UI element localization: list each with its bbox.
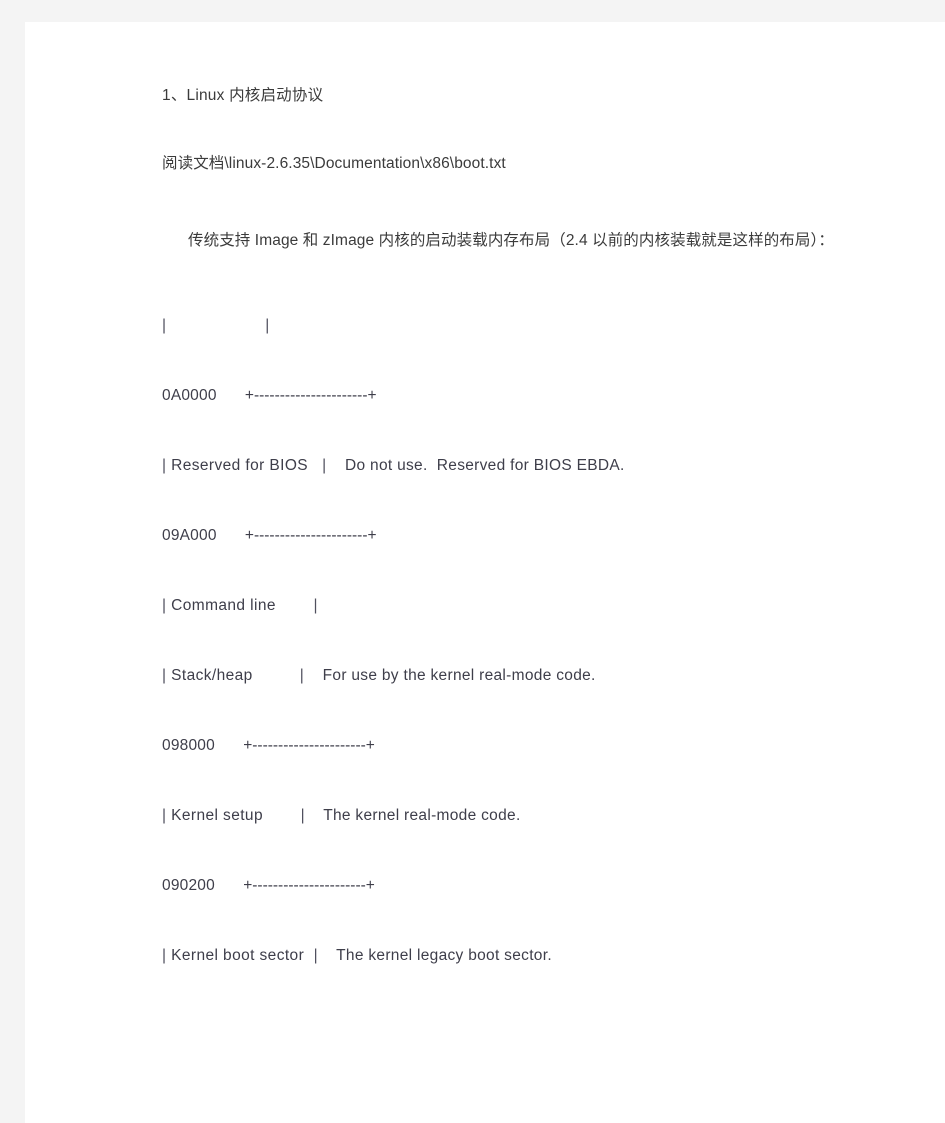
diagram-rule: +----------------------+ [243, 737, 375, 754]
diagram-bar-right: | [265, 317, 270, 334]
diagram-region-label: Kernel setup [166, 807, 301, 824]
diagram-region-label: Stack/heap [166, 667, 300, 684]
diagram-region-description: For use by the kernel real-mode code. [304, 667, 596, 684]
diagram-rule: +----------------------+ [243, 877, 375, 894]
diagram-spacer [217, 527, 245, 544]
diagram-line: | | [162, 291, 877, 361]
diagram-line: | Kernel setup | The kernel real-mode co… [162, 781, 877, 851]
diagram-region-description: Do not use. Reserved for BIOS EBDA. [326, 457, 625, 474]
section-heading: 1、Linux 内核启动协议 [162, 87, 324, 104]
diagram-line: 098000 +----------------------+ [162, 711, 877, 781]
diagram-rule: +----------------------+ [244, 387, 377, 404]
diagram-address: 09A000 [162, 527, 217, 544]
diagram-line: | Command line | [162, 571, 877, 641]
diagram-spacer [215, 877, 243, 894]
diagram-region-description: The kernel real-mode code. [305, 807, 521, 824]
diagram-line: | Kernel boot sector | The kernel legacy… [162, 921, 877, 991]
diagram-address: 098000 [162, 737, 215, 754]
diagram-region-label: Kernel boot sector [166, 947, 314, 964]
diagram-rule: +----------------------+ [244, 527, 377, 544]
document-content: 1、Linux 内核启动协议 阅读文档\linux-2.6.35\Documen… [162, 82, 877, 991]
memory-layout-diagram: | | 0A0000 +----------------------+ | Rese… [162, 291, 877, 991]
diagram-spacer [217, 387, 245, 404]
diagram-line: | Stack/heap | For use by the kernel rea… [162, 641, 877, 711]
document-page: 1、Linux 内核启动协议 阅读文档\linux-2.6.35\Documen… [25, 22, 945, 1123]
diagram-line: | Reserved for BIOS | Do not use. Reserv… [162, 431, 877, 501]
diagram-spacer [215, 737, 243, 754]
diagram-region-description: The kernel legacy boot sector. [318, 947, 552, 964]
diagram-address: 0A0000 [162, 387, 217, 404]
diagram-line: 09A000 +----------------------+ [162, 501, 877, 571]
diagram-region-label: Reserved for BIOS [166, 457, 323, 474]
diagram-line: 090200 +----------------------+ [162, 851, 877, 921]
diagram-bar-right: | [313, 597, 318, 614]
diagram-line: 0A0000 +----------------------+ [162, 361, 877, 431]
diagram-region-label [166, 317, 265, 334]
diagram-address: 090200 [162, 877, 215, 894]
diagram-region-label: Command line [166, 597, 314, 614]
reference-document-path: 阅读文档\linux-2.6.35\Documentation\x86\boot… [162, 155, 506, 172]
intro-paragraph: 传统支持 Image 和 zImage 内核的启动装载内存布局（2.4 以前的内… [188, 232, 834, 249]
